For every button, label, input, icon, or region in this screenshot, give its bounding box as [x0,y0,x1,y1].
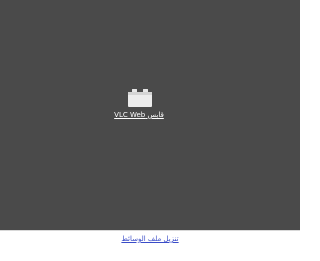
plugin-label[interactable]: قابس VLC Web [111,110,167,120]
download-media-link[interactable]: تنزيل ملف الوسائط [0,233,300,245]
plugin-placeholder[interactable]: قابس VLC Web [111,89,167,129]
plugin-brick-icon [128,89,152,107]
page: قابس VLC Web تنزيل ملف الوسائط [0,0,300,261]
media-player-area[interactable]: قابس VLC Web [0,0,300,231]
